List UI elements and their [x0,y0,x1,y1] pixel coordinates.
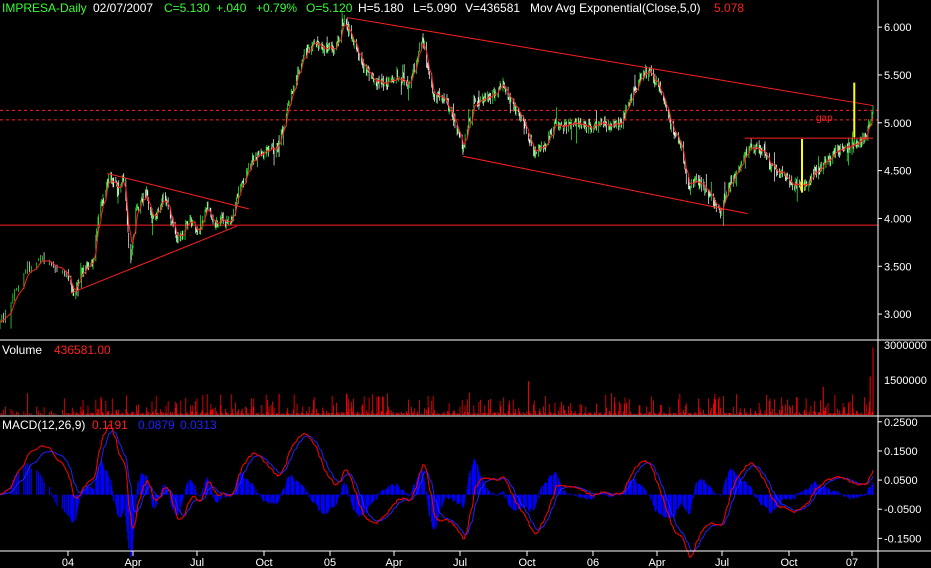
volume-title: Volume [2,343,43,357]
price-tick-label: 4.500 [884,166,912,178]
gap-annotation: gap [816,113,833,124]
low-label: L=5.090 [413,1,457,15]
macd-tick-label: -0.0500 [884,504,921,516]
x-tick-label: Oct [518,557,535,568]
price-tick-label: 3.000 [884,309,912,321]
x-tick-label: Apr [385,557,402,568]
macd-signal-value: 0.0879 [138,418,175,432]
x-tick-label: 05 [324,557,336,568]
high-label: H=5.180 [358,1,404,15]
macd-histogram-value: 0.0313 [180,418,217,432]
macd-tick-label: 0.0500 [884,475,918,487]
volume-tick-label: 3000000 [884,340,927,352]
indicator-value: 5.078 [714,1,745,15]
symbol-label: IMPRESA-Daily [2,1,87,15]
macd-title: MACD(12,26,9) [2,418,86,432]
price-tick-label: 3.500 [884,261,912,273]
x-tick-label: Oct [255,557,272,568]
price-tick-label: 4.000 [884,213,912,225]
x-tick-label: Apr [124,557,141,568]
chart-canvas: 6.000 5.500 5.000 4.500 4.000 3.500 3.000 30000… [0,0,931,568]
x-tick-label: Apr [648,557,665,568]
x-tick-label: Jul [453,557,467,568]
date-label: 02/07/2007 [93,1,154,15]
volume-header-label: V=436581 [465,1,521,15]
price-tick-label: 6.000 [884,22,912,34]
close-label: C=5.130 [164,1,210,15]
macd-value: 0.1191 [92,418,128,432]
open-label: O=5.120 [306,1,353,15]
macd-tick-label: 0.1500 [884,446,918,458]
x-tick-label: Jul [190,557,204,568]
x-tick-label: 07 [846,557,858,568]
macd-tick-label: -0.1500 [884,533,921,545]
price-tick-label: 5.500 [884,70,912,82]
x-tick-label: Oct [780,557,797,568]
x-tick-label: Jul [715,557,729,568]
macd-tick-label: 0.2500 [884,417,918,429]
change-pct-label: +0.79% [256,1,298,15]
x-tick-label: 06 [587,557,599,568]
change-label: +.040 [216,1,247,15]
x-tick-label: 04 [62,557,74,568]
volume-tick-label: 1500000 [884,375,927,387]
volume-value: 436581.00 [54,343,111,357]
indicator-label: Mov Avg Exponential(Close,5,0) [530,1,701,15]
price-tick-label: 5.000 [884,118,912,130]
